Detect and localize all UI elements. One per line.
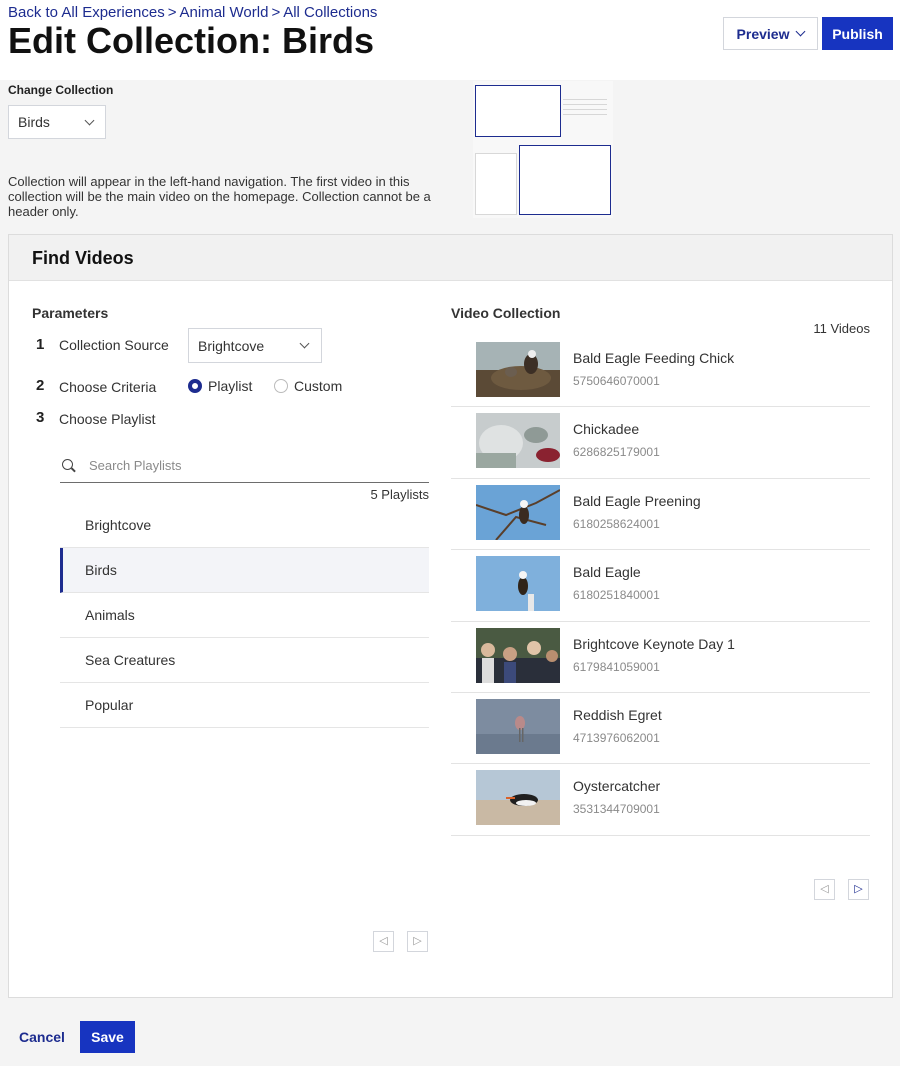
playlist-list: Brightcove Birds Animals Sea Creatures P… [60,503,429,728]
criteria-option-label: Custom [294,378,343,394]
video-name: Bald Eagle Preening [573,492,701,509]
video-item[interactable]: Chickadee 6286825179001 [451,407,870,479]
breadcrumb: Back to All Experiences > Animal World > All… [8,4,377,21]
triangle-right-icon: ▷ [413,935,422,947]
video-thumbnail [476,770,560,826]
video-count: 11 Videos [813,321,870,336]
triangle-right-icon: ▷ [854,883,863,895]
layout-preview-main-box [519,145,611,215]
video-name: Bald Eagle [573,564,641,581]
save-button[interactable]: Save [80,1021,135,1053]
breadcrumb-separator: > [167,4,177,21]
video-thumbnail [476,627,560,683]
playlist-item[interactable]: Sea Creatures [60,638,429,683]
video-name: Chickadee [573,421,640,438]
cancel-button[interactable]: Cancel [12,1021,72,1053]
video-thumbnail [476,698,560,754]
step-number: 3 [36,409,45,426]
layout-preview-lines [563,99,607,119]
chevron-down-icon [796,26,806,37]
collection-source-select[interactable]: Brightcove [188,328,322,363]
video-thumbnail [476,342,560,397]
find-videos-panel: Find Videos Parameters 1 Collection Sour… [8,234,893,998]
video-item[interactable]: Reddish Egret 4713976062001 [451,693,870,765]
radio-unselected-icon [274,379,288,393]
playlist-item-active[interactable]: Birds [60,548,429,593]
collection-select-value: Birds [18,114,50,130]
breadcrumb-link-animal-world[interactable]: Animal World [180,4,269,21]
video-item[interactable]: Brightcove Keynote Day 1 6179841059001 [451,622,870,693]
playlist-item[interactable]: Popular [60,683,429,728]
page-title: Edit Collection: Birds [8,20,375,61]
step-number: 1 [36,336,45,353]
breadcrumb-link-experiences[interactable]: Back to All Experiences [8,4,165,21]
video-collection-title: Video Collection [451,305,561,321]
chevron-down-icon [84,115,95,125]
collection-source-value: Brightcove [198,337,265,354]
step-label-choose-playlist: Choose Playlist [59,411,156,427]
publish-button[interactable]: Publish [822,17,893,50]
video-name: Oystercatcher [573,778,661,795]
radio-selected-icon [188,379,202,393]
breadcrumb-link-all-collections[interactable]: All Collections [283,4,377,21]
video-id: 6180251840001 [573,588,660,603]
playlist-search [60,449,429,483]
criteria-radio-playlist[interactable]: Playlist [188,378,252,394]
video-thumbnail [476,484,560,540]
video-id: 3531344709001 [573,802,660,817]
criteria-radio-custom[interactable]: Custom [274,378,342,394]
criteria-option-label: Playlist [208,378,253,394]
playlist-item[interactable]: Brightcove [60,503,429,548]
layout-preview-sidebar-box [475,153,517,215]
video-id: 6179841059001 [573,659,660,674]
playlist-next-button[interactable]: ▷ [407,931,428,952]
video-next-button[interactable]: ▷ [848,879,869,900]
preview-button[interactable]: Preview [723,17,818,50]
search-icon [62,459,75,472]
video-list: Bald Eagle Feeding Chick 5750646070001 C… [451,336,870,836]
playlist-item[interactable]: Animals [60,593,429,638]
playlist-search-input[interactable] [89,458,409,473]
video-name: Brightcove Keynote Day 1 [573,635,735,652]
parameters-title: Parameters [32,305,109,321]
find-videos-title: Find Videos [32,248,134,268]
triangle-left-icon: ◁ [379,935,388,947]
step-label-choose-criteria: Choose Criteria [59,379,157,395]
video-name: Bald Eagle Feeding Chick [573,350,735,366]
triangle-left-icon: ◁ [820,883,829,895]
step-number: 2 [36,377,45,394]
video-item[interactable]: Oystercatcher 3531344709001 [451,764,870,836]
layout-preview-image [473,81,613,218]
video-id: 4713976062001 [573,730,660,745]
top-bar: Back to All Experiences > Animal World > All… [0,0,900,80]
collection-description: Collection will appear in the left-hand … [8,174,431,219]
video-item[interactable]: Bald Eagle Preening 6180258624001 [451,479,870,551]
video-item[interactable]: Bald Eagle Feeding Chick 5750646070001 [451,336,870,408]
layout-preview-nav-box [475,85,561,137]
chevron-down-icon [299,338,310,349]
video-name: Reddish Egret [573,706,662,723]
video-thumbnail [476,556,560,612]
video-thumbnail [476,413,560,469]
video-id: 6286825179001 [573,445,660,460]
step-label-collection-source: Collection Source [59,337,169,353]
video-id: 5750646070001 [573,374,660,388]
video-id: 6180258624001 [573,516,660,531]
playlist-count: 5 Playlists [370,487,429,502]
playlist-prev-button[interactable]: ◁ [373,931,394,952]
video-item[interactable]: Bald Eagle 6180251840001 [451,550,870,622]
breadcrumb-separator: > [271,4,281,21]
change-collection-label: Change Collection [8,83,114,97]
collection-select[interactable]: Birds [8,105,106,139]
preview-button-label: Preview [736,25,790,42]
find-videos-header: Find Videos [9,235,892,281]
video-prev-button[interactable]: ◁ [814,879,835,900]
